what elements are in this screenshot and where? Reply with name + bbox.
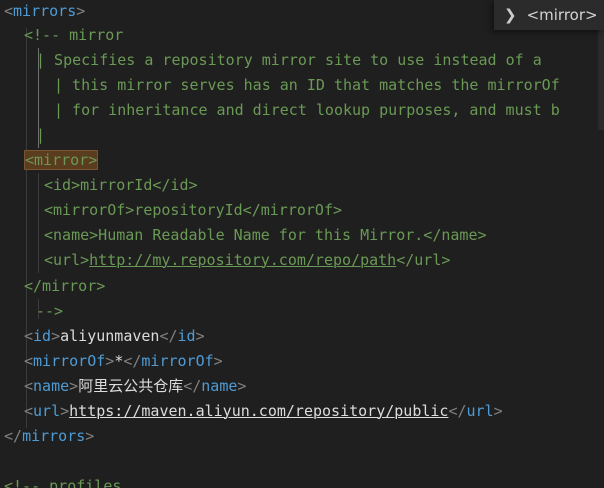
indent-guide <box>38 173 39 273</box>
token: </ <box>159 327 178 345</box>
token: > <box>60 402 70 420</box>
token: name <box>201 377 238 395</box>
code-line[interactable]: <!-- mirror <box>24 23 123 48</box>
token: <mirrorOf>repositoryId</mirrorOf> <box>44 201 343 219</box>
code-line[interactable]: <mirrors> <box>4 0 85 24</box>
token: > <box>237 377 247 395</box>
code-line[interactable]: </mirror> <box>24 274 105 299</box>
token: id <box>177 327 196 345</box>
code-line[interactable]: <id>mirrorId</id> <box>44 173 198 198</box>
token: --> <box>36 302 64 320</box>
token: | for inheritance and direct lookup purp… <box>54 101 560 119</box>
token: > <box>195 327 205 345</box>
token: </url> <box>396 251 451 269</box>
token: url <box>33 402 61 420</box>
token: < <box>24 352 34 370</box>
token: > <box>493 402 503 420</box>
code-line[interactable]: --> <box>36 299 63 324</box>
code-line[interactable]: | <box>36 123 45 148</box>
token: https://maven.aliyun.com/repository/publ… <box>69 402 449 420</box>
code-line[interactable]: <name>阿里云公共仓库</name> <box>24 374 246 399</box>
code-line[interactable]: </mirrors> <box>4 424 94 449</box>
token: * <box>114 352 124 370</box>
code-line[interactable]: <id>aliyunmaven</id> <box>24 324 205 349</box>
token: </ <box>4 427 23 445</box>
code-line[interactable]: | for inheritance and direct lookup purp… <box>54 98 560 123</box>
token: name <box>33 377 70 395</box>
token: <id>mirrorId</id> <box>44 176 198 194</box>
token: > <box>105 352 115 370</box>
token: > <box>69 377 79 395</box>
code-line[interactable]: <!-- profiles <box>4 474 121 488</box>
code-editor[interactable]: <mirrors> <!-- mirror | Specifies a reposi… <box>0 0 604 488</box>
code-line[interactable]: <name>Human Readable Name for this Mirro… <box>44 223 487 248</box>
token: mirrorOf <box>33 352 106 370</box>
token: id <box>33 327 52 345</box>
token: <!-- profiles <box>4 477 122 488</box>
sticky-scroll-breadcrumb[interactable]: ❯ <mirror> <box>494 0 604 30</box>
code-line[interactable]: <url>http://my.repository.com/repo/path<… <box>44 248 450 273</box>
code-line[interactable]: <url>https://maven.aliyun.com/repository… <box>24 399 503 424</box>
token: <url> <box>44 251 90 269</box>
token: < <box>4 2 14 20</box>
code-line[interactable]: <mirrorOf>repositoryId</mirrorOf> <box>44 198 342 223</box>
token: | Specifies a repository mirror site to … <box>36 51 542 69</box>
token: </ <box>448 402 467 420</box>
token: > <box>76 2 86 20</box>
token: < <box>24 377 34 395</box>
chevron-right-icon[interactable]: ❯ <box>494 6 527 24</box>
token: > <box>51 327 61 345</box>
token: > <box>213 352 223 370</box>
token: mirrors <box>22 427 86 445</box>
code-line[interactable]: <mirror> <box>24 148 99 173</box>
scrollbar[interactable] <box>598 30 604 130</box>
token: <name>Human Readable Name for this Mirro… <box>44 226 487 244</box>
token: < <box>24 402 34 420</box>
code-line[interactable]: | this mirror serves has an ID that matc… <box>54 73 560 98</box>
token: </mirror> <box>24 277 106 295</box>
token: mirrors <box>13 2 77 20</box>
token: 阿里云公共仓库 <box>78 377 184 395</box>
token: < <box>24 327 34 345</box>
token: | this mirror serves has an ID that matc… <box>54 76 560 94</box>
token: http://my.repository.com/repo/path <box>89 251 397 269</box>
token: <mirror> <box>24 150 99 170</box>
breadcrumb-label[interactable]: <mirror> <box>527 6 598 24</box>
token: </ <box>123 352 142 370</box>
token: url <box>466 402 494 420</box>
token: > <box>85 427 95 445</box>
token: </ <box>183 377 202 395</box>
token: aliyunmaven <box>60 327 160 345</box>
code-line[interactable]: <mirrorOf>*</mirrorOf> <box>24 349 223 374</box>
token: | <box>36 126 46 144</box>
token: mirrorOf <box>141 352 214 370</box>
token: <!-- mirror <box>24 26 124 44</box>
code-line[interactable]: | Specifies a repository mirror site to … <box>36 48 542 73</box>
